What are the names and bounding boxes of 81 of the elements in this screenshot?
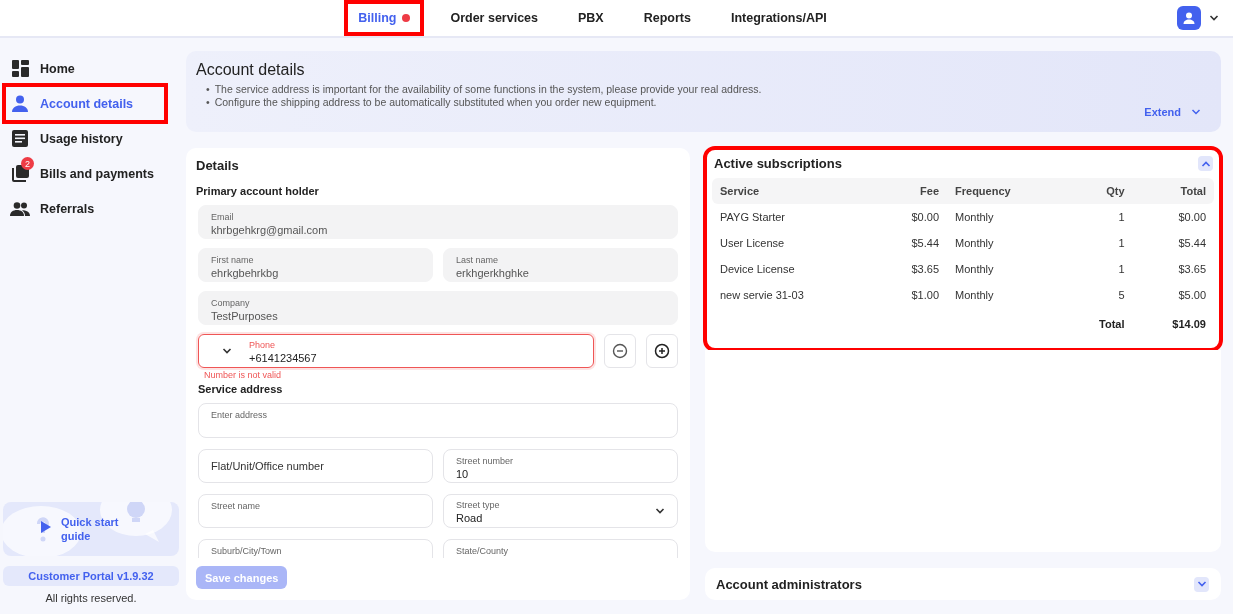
people-icon	[10, 201, 30, 216]
table-cell-text: $3.65	[910, 262, 941, 277]
user-avatar-button[interactable]	[1177, 6, 1201, 30]
column-header: Fee	[875, 178, 948, 204]
copyright-text: All rights reserved.	[44, 592, 138, 604]
chevron-up-icon	[1200, 159, 1211, 168]
input-field[interactable]: Street number 10	[443, 449, 678, 483]
play-icon	[41, 521, 51, 533]
bullet: •	[206, 83, 210, 96]
section-heading: Primary account holder	[196, 185, 320, 197]
error-message: Number is not valid	[204, 370, 283, 380]
sidebar-item[interactable]: Usage history	[10, 126, 160, 151]
total-value: $14.09	[1171, 317, 1207, 332]
sidebar-item[interactable]: Account details	[10, 91, 160, 116]
chevron-down-icon[interactable]	[222, 347, 232, 355]
table-cell-text: $5.00	[1177, 288, 1207, 303]
info-note: The service address is important for the availability of some functions in the system, please provide your real address.	[214, 83, 762, 96]
quick-start-card[interactable]: Quick start guide	[3, 502, 179, 556]
table-cell-text: PAYG Starter	[719, 210, 786, 225]
card-title: Active subscriptions	[714, 156, 842, 171]
add-button[interactable]	[646, 334, 678, 368]
nav-tab[interactable]: Reports	[623, 0, 711, 36]
table-cell-text: Monthly	[954, 288, 995, 303]
table-cell-text: 5	[1117, 288, 1126, 303]
column-header: Service	[712, 178, 876, 204]
input-field[interactable]: Flat/Unit/Office number	[198, 449, 433, 483]
card-title: Account administrators	[716, 576, 862, 592]
person-icon	[12, 95, 28, 112]
nav-tab[interactable]: Order services	[430, 0, 558, 36]
dashboard-icon	[11, 60, 29, 77]
page-title: Account details	[196, 61, 306, 79]
sidebar-item[interactable]: Home	[10, 56, 160, 81]
expand-button[interactable]	[1194, 576, 1209, 592]
table-cell-text: $1.00	[910, 288, 941, 303]
document-icon	[12, 130, 28, 147]
bullet: •	[206, 96, 210, 109]
collapse-button[interactable]	[1198, 156, 1213, 171]
table-cell-text: 1	[1117, 262, 1126, 277]
column-header: Qty	[1064, 178, 1133, 204]
input-field[interactable]: Enter address	[198, 403, 678, 438]
count-badge: 2	[21, 157, 34, 170]
input-field[interactable]: State/County	[443, 539, 678, 558]
chevron-down-icon	[655, 507, 665, 515]
chevron-down-icon	[1191, 108, 1201, 116]
column-header: Total	[1132, 178, 1214, 204]
select-field[interactable]: Street type Road	[443, 494, 678, 528]
phone-field[interactable]: Phone +6141234567	[198, 334, 594, 368]
card-title: Details	[196, 158, 240, 173]
extend-button[interactable]: Extend	[1144, 106, 1201, 118]
sidebar-item[interactable]: Referrals	[10, 196, 160, 221]
table-cell-text: $3.65	[1177, 262, 1207, 277]
remove-button[interactable]	[604, 334, 636, 368]
chevron-down-icon	[1196, 580, 1207, 588]
input-field[interactable]: Street name	[198, 494, 433, 528]
table-cell-text: 1	[1117, 210, 1126, 225]
nav-tab[interactable]: Integrations/API	[710, 0, 847, 36]
table-cell-text: $5.44	[910, 236, 941, 251]
minus-circle-icon	[612, 343, 628, 359]
plus-circle-icon	[654, 343, 670, 359]
info-note: Configure the shipping address to be automatically substituted when you order new equipment.	[214, 96, 657, 109]
table-cell-text: Device License	[719, 262, 796, 277]
table-cell-text: $0.00	[910, 210, 941, 225]
stacked-pages-icon	[11, 165, 29, 182]
section-heading: Service address	[198, 383, 284, 395]
guide-link: Quick start guide	[61, 515, 120, 543]
table-cell-text: User License	[719, 236, 786, 251]
table-cell-text: 1	[1117, 236, 1126, 251]
column-header: Frequency	[947, 178, 1065, 204]
nav-tab[interactable]: PBX	[558, 0, 624, 36]
table-cell-text: $5.44	[1177, 236, 1207, 251]
input-field[interactable]: Suburb/City/Town	[198, 539, 433, 558]
table-cell-text: Monthly	[954, 236, 995, 251]
table-cell-text: new servie 31-03	[719, 288, 805, 303]
chevron-down-icon[interactable]	[1209, 14, 1219, 22]
nav-tab[interactable]: Billing	[344, 0, 425, 36]
version-label: Customer Portal v1.9.32	[3, 566, 179, 586]
total-label: Total	[1098, 317, 1126, 332]
table-cell-text: $0.00	[1177, 210, 1207, 225]
table-cell-text: Monthly	[954, 262, 995, 277]
user-icon	[1182, 11, 1196, 25]
table-cell-text: Monthly	[954, 210, 995, 225]
